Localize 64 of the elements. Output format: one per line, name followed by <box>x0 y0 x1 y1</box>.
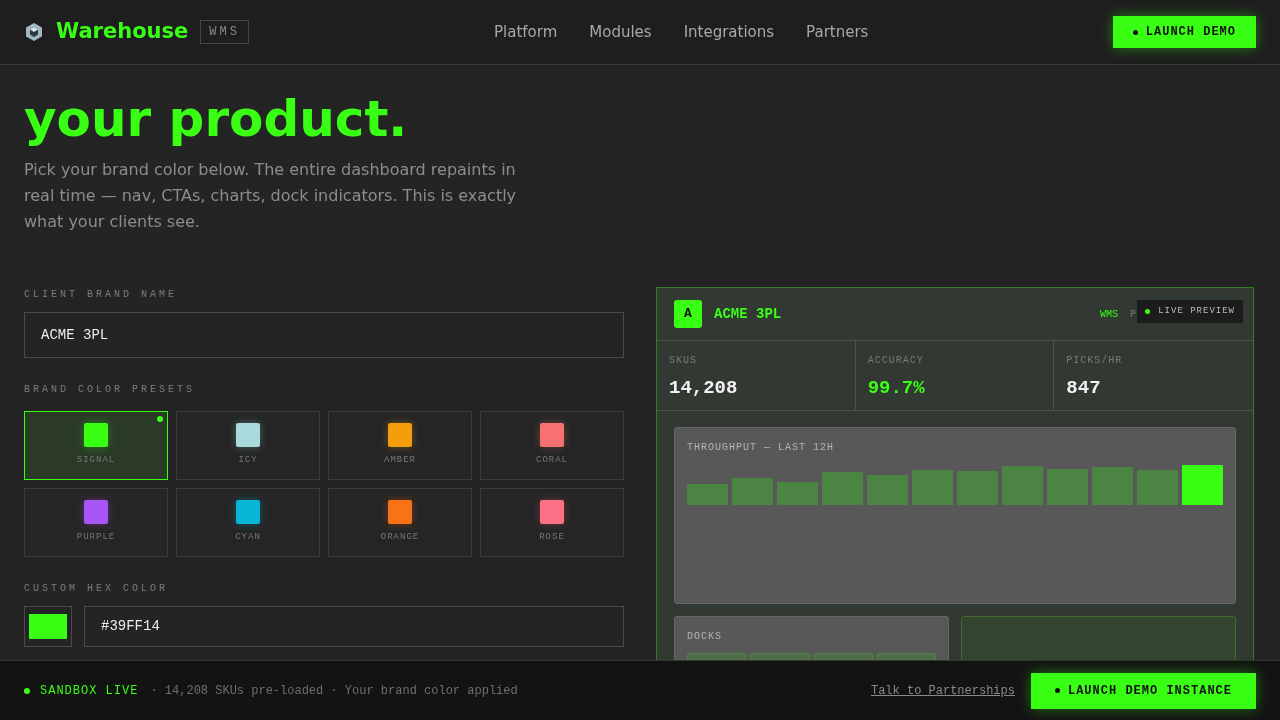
sandbox-status: SANDBOX LIVE <box>40 682 139 700</box>
chart-bar <box>912 470 953 505</box>
partnerships-link[interactable]: Talk to Partnerships <box>870 681 1015 700</box>
dock-indicator <box>750 653 810 660</box>
chart-bar <box>687 484 728 505</box>
color-preset-tile[interactable]: PURPLE <box>24 488 168 557</box>
color-preset-tile[interactable]: CYAN <box>176 488 320 557</box>
field-label: CLIENT BRAND NAME <box>24 288 179 302</box>
color-preset-tile[interactable]: ICY <box>176 411 320 480</box>
chart-bar <box>732 478 773 505</box>
field-label: CUSTOM HEX COLOR <box>24 582 169 596</box>
preset-name: ROSE <box>539 531 565 545</box>
chart-bar <box>1092 467 1133 505</box>
chart-bar <box>1047 469 1088 505</box>
color-preset-tile[interactable]: AMBER <box>328 411 472 480</box>
preset-name: CYAN <box>235 531 261 545</box>
nav-link[interactable]: Modules <box>589 20 652 44</box>
chart-bar <box>957 471 998 505</box>
chart-bar <box>1137 470 1178 505</box>
chart-bar <box>867 475 908 505</box>
client-name: ACME 3PL <box>714 304 782 324</box>
stat-label: ACCURACY <box>867 354 925 368</box>
field-label: BRAND COLOR PRESETS <box>24 383 197 397</box>
headline: your product. <box>24 89 409 149</box>
dock-indicator <box>876 653 936 660</box>
preset-name: ICY <box>238 454 258 468</box>
chart-bar <box>822 472 863 505</box>
chart-bar <box>1182 465 1223 505</box>
hex-swatch <box>29 614 67 639</box>
wms-tag: WMS <box>200 20 249 44</box>
cube-logo-icon <box>24 22 44 42</box>
brand-name[interactable]: Warehouse <box>56 16 189 48</box>
sandbox-details: · 14,208 SKUs pre-loaded · Your brand color applied <box>150 682 518 700</box>
stat-value: 847 <box>1066 376 1102 401</box>
color-swatch-picker[interactable] <box>24 606 72 647</box>
chart-title: THROUGHPUT — LAST 12H <box>687 441 836 455</box>
preset-name: PURPLE <box>76 531 116 545</box>
chart-bar <box>777 482 818 505</box>
color-preset-tile[interactable]: CORAL <box>480 411 624 480</box>
color-preset-tile[interactable]: ROSE <box>480 488 624 557</box>
hex-input-field[interactable]: #39FF14 <box>84 606 624 647</box>
launch-demo-button[interactable]: LAUNCH DEMO <box>1112 16 1256 48</box>
stat-label: PICKS/HR <box>1066 354 1124 368</box>
stat-label: SKUS <box>669 354 698 368</box>
chart-bar <box>1002 466 1043 505</box>
color-preset-tile[interactable]: ORANGE <box>328 488 472 557</box>
nav-link[interactable]: Platform <box>494 20 558 44</box>
intro-paragraph: Pick your brand color below. The entire dashboard repaints in real time — nav, CTAs, charts, dock indicators. This is exactly what your clients see. <box>24 159 518 233</box>
live-preview-badge: LIVE PREVIEW <box>1137 300 1243 323</box>
nav-link[interactable]: Integrations <box>683 20 775 44</box>
brand-name-field[interactable]: ACME 3PL <box>24 312 624 358</box>
stat-value: 99.7% <box>867 376 926 401</box>
dock-indicator <box>813 653 873 660</box>
client-logo: A <box>674 300 702 328</box>
nav-link[interactable]: Partners <box>806 20 869 44</box>
preset-name: ORANGE <box>380 531 420 545</box>
preset-name: AMBER <box>384 454 416 468</box>
preset-name: CORAL <box>536 454 568 468</box>
dock-indicator <box>687 653 747 660</box>
docks-title: DOCKS <box>687 630 723 644</box>
preset-name: SIGNAL <box>76 454 116 468</box>
stat-value: 14,208 <box>669 376 739 401</box>
preview-nav-link[interactable]: WMS <box>1099 306 1118 322</box>
launch-demo-instance-button[interactable]: LAUNCH DEMO INSTANCE <box>1030 672 1256 709</box>
